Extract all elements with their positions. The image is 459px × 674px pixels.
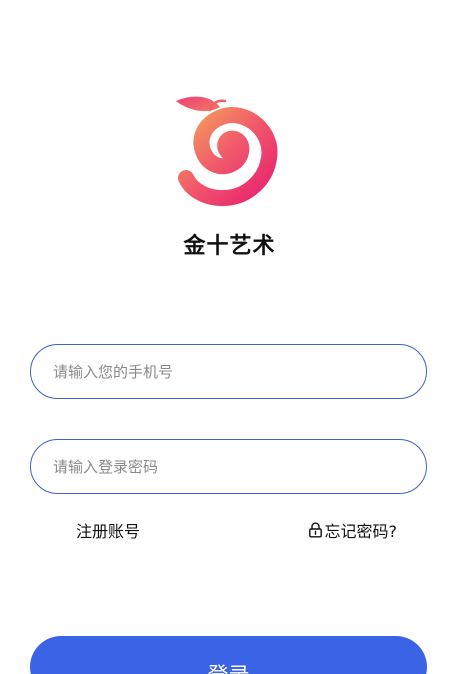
login-button[interactable]: 登录 <box>30 636 427 674</box>
register-link[interactable]: 注册账号 <box>76 518 140 542</box>
lock-icon <box>308 522 323 538</box>
app-logo-icon <box>170 92 288 210</box>
password-field[interactable] <box>30 439 427 494</box>
forgot-password-label: 忘记密码? <box>324 522 398 541</box>
password-input[interactable] <box>31 440 426 493</box>
phone-input[interactable] <box>31 345 426 398</box>
forgot-password-link[interactable]: 忘记密码? <box>308 518 398 542</box>
login-screen: 金十艺术 注册账号 忘记密码? 登录 <box>0 0 459 674</box>
app-name: 金十艺术 <box>183 234 276 259</box>
phone-field[interactable] <box>30 344 427 399</box>
